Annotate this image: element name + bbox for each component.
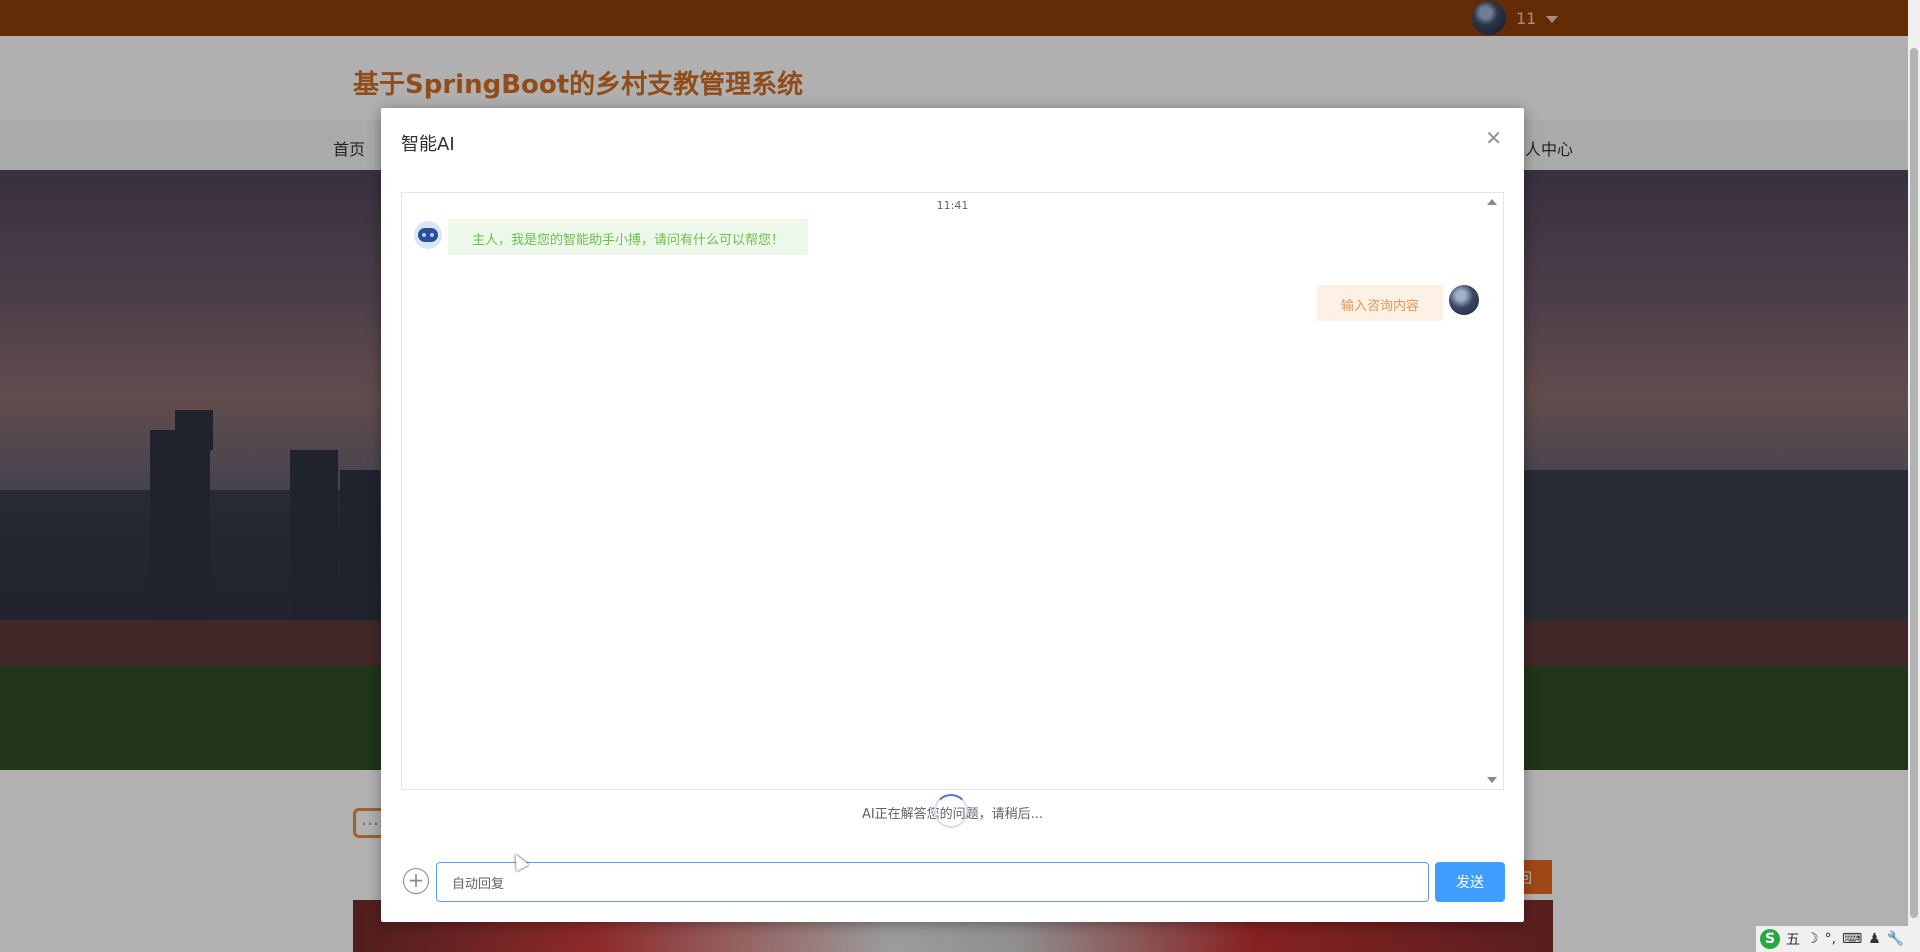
chat-timestamp: 11:41 xyxy=(936,199,969,212)
ime-logo-icon[interactable]: S xyxy=(1760,929,1780,949)
bot-avatar-icon xyxy=(414,221,442,249)
wrench-icon[interactable]: 🔧 xyxy=(1887,931,1904,947)
punctuation-icon[interactable]: °, xyxy=(1825,931,1836,947)
scroll-up-icon[interactable] xyxy=(1487,199,1497,205)
chat-history[interactable]: 11:41 主人，我是您的智能助手小搏，请问有什么可以帮您！ 输入咨询内容 xyxy=(401,192,1504,790)
loading-spinner-icon xyxy=(934,794,968,828)
ime-toolbar[interactable]: S 五 ☽ °, ⌨ ♟ 🔧 xyxy=(1756,926,1909,952)
page-scrollbar[interactable] xyxy=(1908,0,1920,952)
keyboard-icon[interactable]: ⌨ xyxy=(1842,931,1862,947)
scrollbar-thumb[interactable] xyxy=(1910,48,1918,918)
ai-chat-dialog: 智能AI ✕ 11:41 主人，我是您的智能助手小搏，请问有什么可以帮您！ 输入… xyxy=(381,108,1524,922)
ime-wubi-item[interactable]: 五 xyxy=(1786,929,1800,949)
scroll-down-icon[interactable] xyxy=(1487,777,1497,783)
chat-input[interactable] xyxy=(436,862,1429,902)
close-icon[interactable]: ✕ xyxy=(1485,126,1502,150)
user-message: 输入咨询内容 xyxy=(1316,285,1443,321)
add-attachment-icon[interactable]: + xyxy=(403,868,429,894)
skin-icon[interactable]: ♟ xyxy=(1868,931,1881,947)
dialog-title: 智能AI xyxy=(401,134,455,155)
moon-icon[interactable]: ☽ xyxy=(1806,931,1819,947)
bot-message: 主人，我是您的智能助手小搏，请问有什么可以帮您！ xyxy=(448,219,809,255)
send-button[interactable]: 发送 xyxy=(1435,862,1505,902)
user-avatar xyxy=(1449,285,1479,315)
